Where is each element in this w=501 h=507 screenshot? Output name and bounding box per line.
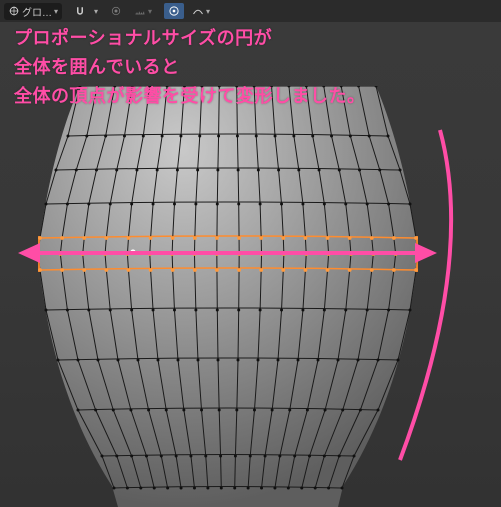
annotation-line-1: プロポーショナルサイズの円が (14, 24, 366, 53)
orientation-label: グロ… (22, 4, 52, 19)
snap-element-dropdown[interactable] (106, 3, 126, 19)
chevron-down-icon: ▾ (206, 7, 210, 16)
blender-3d-viewport[interactable]: グロ… ▾ ▾ ▾ ▾ (0, 0, 501, 507)
proportional-editing-toggle[interactable] (164, 3, 184, 19)
falloff-smooth-icon (192, 5, 204, 17)
chevron-down-icon: ▾ (94, 7, 98, 16)
proportional-falloff-dropdown[interactable]: ▾ (188, 3, 214, 19)
viewport-header-toolbar: グロ… ▾ ▾ ▾ ▾ (0, 0, 501, 22)
proportional-edit-icon (168, 5, 180, 17)
snap-target-dropdown[interactable]: ▾ (130, 3, 156, 19)
chevron-down-icon: ▾ (54, 7, 58, 16)
snap-vertex-icon (110, 5, 122, 17)
orientation-icon (8, 5, 20, 17)
transform-orientation-dropdown[interactable]: グロ… ▾ (4, 3, 62, 20)
chevron-down-icon: ▾ (148, 7, 152, 16)
active-vertex (130, 249, 135, 254)
snap-toggle[interactable] (70, 3, 90, 19)
snap-increment-icon (134, 5, 146, 17)
tutorial-annotation-text: プロポーショナルサイズの円が 全体を囲んでいると 全体の頂点が影響を受けて変形し… (14, 24, 366, 110)
annotation-line-2: 全体を囲んでいると (14, 53, 366, 82)
annotation-line-3: 全体の頂点が影響を受けて変形しました。 (14, 82, 366, 111)
magnet-icon (74, 5, 86, 17)
mesh-object[interactable] (38, 86, 418, 507)
